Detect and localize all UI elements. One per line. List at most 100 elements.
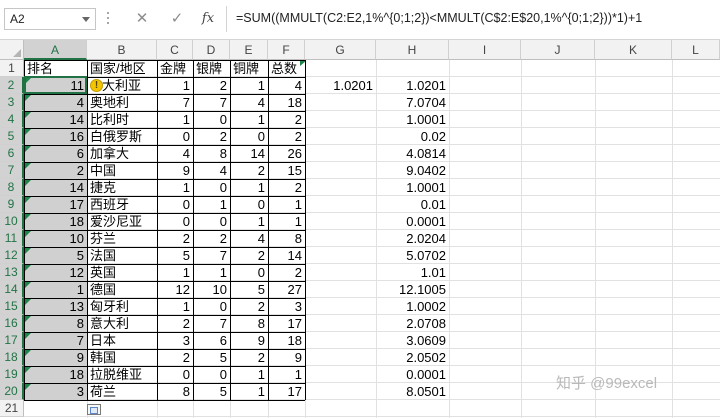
column-header-d[interactable]: D (193, 40, 230, 60)
rank-cell[interactable]: 12 (24, 264, 87, 281)
row-header[interactable]: 10 (0, 213, 24, 230)
result-cell[interactable]: 12.1005 (376, 281, 449, 298)
rank-cell[interactable]: 14 (24, 179, 87, 196)
silver-cell[interactable]: 1 (193, 196, 230, 213)
row-header[interactable]: 15 (0, 298, 24, 315)
silver-cell[interactable]: 7 (193, 247, 230, 264)
header-cell[interactable]: 铜牌 (230, 60, 268, 77)
bronze-cell[interactable]: 1 (230, 366, 268, 383)
country-cell[interactable]: 法国 (87, 247, 157, 264)
silver-cell[interactable]: 1 (193, 264, 230, 281)
rank-cell[interactable]: 16 (24, 128, 87, 145)
column-header-h[interactable]: H (376, 40, 449, 60)
total-cell[interactable]: 8 (268, 230, 305, 247)
total-cell[interactable]: 1 (268, 196, 305, 213)
silver-cell[interactable]: 8 (193, 145, 230, 162)
gold-cell[interactable]: 9 (157, 162, 193, 179)
row-header[interactable]: 7 (0, 162, 24, 179)
total-cell[interactable]: 18 (268, 94, 305, 111)
row-header[interactable]: 20 (0, 383, 24, 400)
bronze-cell[interactable]: 1 (230, 77, 268, 94)
chevron-down-icon[interactable] (82, 17, 90, 22)
total-cell[interactable]: 26 (268, 145, 305, 162)
row-header[interactable]: 9 (0, 196, 24, 213)
silver-cell[interactable]: 2 (193, 77, 230, 94)
silver-cell[interactable]: 0 (193, 213, 230, 230)
silver-cell[interactable]: 2 (193, 128, 230, 145)
country-cell[interactable]: 比利时 (87, 111, 157, 128)
country-cell[interactable]: 中国 (87, 162, 157, 179)
rank-cell[interactable]: 13 (24, 298, 87, 315)
country-cell[interactable]: 捷克 (87, 179, 157, 196)
rank-cell[interactable]: 5 (24, 247, 87, 264)
row-header[interactable]: 12 (0, 247, 24, 264)
silver-cell[interactable]: 10 (193, 281, 230, 298)
result-cell[interactable]: 0.0001 (376, 366, 449, 383)
result-cell[interactable]: 2.0708 (376, 315, 449, 332)
rank-cell[interactable]: 7 (24, 332, 87, 349)
warning-icon[interactable]: ! (90, 79, 103, 92)
total-cell[interactable]: 18 (268, 332, 305, 349)
total-cell[interactable]: 27 (268, 281, 305, 298)
total-cell[interactable]: 17 (268, 383, 305, 400)
country-cell[interactable]: 匈牙利 (87, 298, 157, 315)
total-cell[interactable]: 2 (268, 264, 305, 281)
spreadsheet-grid[interactable]: A B C D E F G H I J K L 1 2 3 4 5 6 7 8 9 10 11 12 13 14 15 16 17 18 1… (0, 40, 720, 418)
total-cell[interactable]: 1 (268, 213, 305, 230)
country-cell[interactable]: 奥地利 (87, 94, 157, 111)
result-cell[interactable]: 2.0204 (376, 230, 449, 247)
bronze-cell[interactable]: 4 (230, 94, 268, 111)
silver-cell[interactable]: 2 (193, 230, 230, 247)
column-header-e[interactable]: E (230, 40, 268, 60)
bronze-cell[interactable]: 14 (230, 145, 268, 162)
bronze-cell[interactable]: 1 (230, 213, 268, 230)
total-cell[interactable]: 1 (268, 366, 305, 383)
bronze-cell[interactable]: 5 (230, 281, 268, 298)
total-cell[interactable]: 3 (268, 298, 305, 315)
silver-cell[interactable]: 7 (193, 315, 230, 332)
result-cell[interactable]: 1.01 (376, 264, 449, 281)
row-header[interactable]: 21 (0, 400, 24, 417)
column-header-i[interactable]: I (449, 40, 521, 60)
gold-cell[interactable]: 5 (157, 247, 193, 264)
name-box[interactable]: A2 (4, 8, 96, 30)
column-header-b[interactable]: B (87, 40, 157, 60)
bronze-cell[interactable]: 0 (230, 196, 268, 213)
result-cell[interactable]: 7.0704 (376, 94, 449, 111)
row-header[interactable]: 3 (0, 94, 24, 111)
country-cell[interactable]: 日本 (87, 332, 157, 349)
gold-cell[interactable]: 1 (157, 179, 193, 196)
total-cell[interactable]: 14 (268, 247, 305, 264)
rank-cell[interactable]: 3 (24, 383, 87, 400)
paste-options-icon[interactable] (87, 404, 101, 415)
bronze-cell[interactable]: 1 (230, 179, 268, 196)
gold-cell[interactable]: 3 (157, 332, 193, 349)
result-cell[interactable]: 4.0814 (376, 145, 449, 162)
total-cell[interactable]: 4 (268, 77, 305, 94)
gold-cell[interactable]: 1 (157, 264, 193, 281)
gold-cell[interactable]: 7 (157, 94, 193, 111)
total-cell[interactable]: 2 (268, 179, 305, 196)
country-cell[interactable]: 加拿大 (87, 145, 157, 162)
result-cell[interactable]: 3.0609 (376, 332, 449, 349)
bronze-cell[interactable]: 2 (230, 247, 268, 264)
silver-cell[interactable]: 6 (193, 332, 230, 349)
gold-cell[interactable]: 2 (157, 230, 193, 247)
bronze-cell[interactable]: 8 (230, 315, 268, 332)
result-cell[interactable]: 1.0201 (376, 77, 449, 94)
row-header[interactable]: 19 (0, 366, 24, 383)
result-cell[interactable]: 8.0501 (376, 383, 449, 400)
bronze-cell[interactable]: 1 (230, 383, 268, 400)
rank-cell[interactable]: 2 (24, 162, 87, 179)
bronze-cell[interactable]: 2 (230, 298, 268, 315)
country-cell[interactable]: 白俄罗斯 (87, 128, 157, 145)
bronze-cell[interactable]: 4 (230, 230, 268, 247)
total-cell[interactable]: 2 (268, 111, 305, 128)
row-header[interactable]: 4 (0, 111, 24, 128)
result-cell[interactable]: 1.0001 (376, 111, 449, 128)
gold-cell[interactable]: 1 (157, 298, 193, 315)
country-cell[interactable]: 英国 (87, 264, 157, 281)
close-icon[interactable]: ✕ (130, 8, 154, 30)
row-header[interactable]: 11 (0, 230, 24, 247)
column-header-c[interactable]: C (157, 40, 193, 60)
